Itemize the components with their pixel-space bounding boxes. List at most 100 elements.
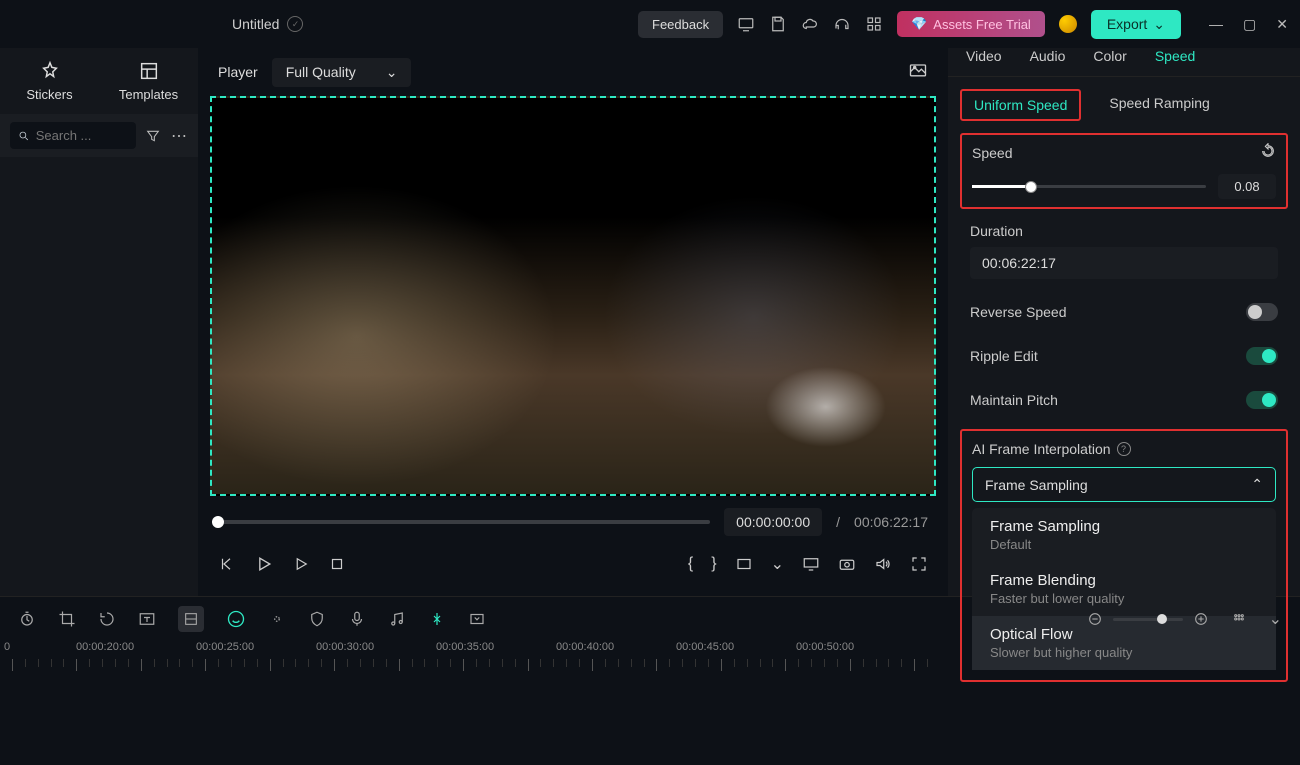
color-icon[interactable] (178, 606, 204, 632)
zoom-handle[interactable] (1157, 614, 1167, 624)
ruler-mark: 0 (4, 641, 10, 653)
grid-icon[interactable] (865, 15, 883, 33)
dd-sub: Faster but lower quality (990, 591, 1258, 606)
display-icon[interactable] (802, 555, 820, 573)
speed-label: Speed (972, 145, 1012, 161)
subtab-uniform-speed[interactable]: Uniform Speed (960, 89, 1081, 121)
search-icon (18, 129, 30, 143)
speed-slider-handle[interactable] (1025, 181, 1037, 193)
quality-select[interactable]: Full Quality ⌄ (272, 58, 412, 87)
top-bar: Untitled ✓ Feedback 💎 Assets Free Trial … (0, 0, 1300, 48)
minimize-button[interactable]: — (1209, 16, 1223, 33)
sidebar-tab-label: Templates (119, 87, 178, 102)
volume-icon[interactable] (874, 555, 892, 573)
speed-slider[interactable] (972, 185, 1206, 188)
snapshot-icon[interactable] (908, 60, 928, 85)
dd-option-frame-sampling[interactable]: Frame Sampling Default (972, 508, 1276, 562)
device-icon[interactable] (737, 15, 755, 33)
ruler-mark: 00:00:50:00 (796, 641, 854, 653)
dd-sub: Default (990, 537, 1258, 552)
duration-value[interactable]: 00:06:22:17 (970, 247, 1278, 279)
duration-label: Duration (970, 223, 1278, 239)
reset-icon[interactable] (1260, 143, 1276, 162)
rotate-icon[interactable] (98, 610, 116, 628)
mic-icon[interactable] (348, 610, 366, 628)
speed-value[interactable]: 0.08 (1218, 174, 1276, 199)
assets-trial-label: Assets Free Trial (933, 17, 1031, 32)
tab-video[interactable]: Video (966, 48, 1002, 76)
timeline-ruler[interactable]: 0 00:00:20:00 00:00:25:00 00:00:30:00 00… (0, 641, 1300, 675)
timer-icon[interactable] (18, 610, 36, 628)
speed-section: Speed 0.08 (960, 133, 1288, 209)
right-panel: Video Audio Color Speed Uniform Speed Sp… (948, 48, 1300, 596)
headphones-icon[interactable] (833, 15, 851, 33)
feedback-button[interactable]: Feedback (638, 11, 723, 38)
ruler-mark: 00:00:45:00 (676, 641, 734, 653)
zoom-slider[interactable] (1113, 618, 1183, 621)
cloud-icon[interactable] (801, 15, 819, 33)
maximize-button[interactable]: ▢ (1243, 16, 1256, 33)
bracket-right-icon[interactable]: } (711, 555, 716, 573)
bracket-left-icon[interactable]: { (688, 555, 693, 573)
zoom-in-button[interactable] (1193, 611, 1209, 627)
cut-icon[interactable] (428, 610, 446, 628)
text-icon[interactable] (138, 610, 156, 628)
subtab-speed-ramping[interactable]: Speed Ramping (1097, 89, 1221, 121)
quality-value: Full Quality (286, 64, 356, 80)
grid-view-icon[interactable] (1231, 611, 1247, 627)
globe-icon[interactable] (1059, 15, 1077, 33)
play-button[interactable] (254, 554, 274, 574)
camera-icon[interactable] (838, 555, 856, 573)
ripple-edit-toggle[interactable] (1246, 347, 1278, 365)
save-icon[interactable] (769, 15, 787, 33)
assets-trial-button[interactable]: 💎 Assets Free Trial (897, 11, 1045, 37)
reverse-speed-toggle[interactable] (1246, 303, 1278, 321)
chevron-down-icon[interactable]: ⌄ (771, 554, 784, 574)
scrub-handle[interactable] (212, 516, 224, 528)
sparkle-icon[interactable] (268, 610, 286, 628)
ai-frame-select[interactable]: Frame Sampling ⌃ (972, 467, 1276, 502)
crop-icon[interactable] (58, 610, 76, 628)
chevron-down-icon[interactable]: ⌄ (1269, 609, 1282, 629)
dd-option-frame-blending[interactable]: Frame Blending Faster but lower quality (972, 562, 1276, 616)
export-button[interactable]: Export ⌄ (1091, 10, 1181, 39)
chevron-up-icon: ⌃ (1251, 476, 1263, 493)
ruler-mark: 00:00:40:00 (556, 641, 614, 653)
ruler-mark: 00:00:25:00 (196, 641, 254, 653)
tab-color[interactable]: Color (1093, 48, 1126, 76)
more-icon[interactable]: ⋯ (170, 127, 188, 145)
dd-title: Frame Sampling (990, 518, 1258, 535)
player-label: Player (218, 64, 258, 80)
shield-icon[interactable] (308, 610, 326, 628)
search-input[interactable] (36, 128, 128, 143)
prev-frame-button[interactable] (218, 555, 236, 573)
sidebar-tab-label: Stickers (26, 87, 72, 102)
chevron-down-icon: ⌄ (1153, 16, 1165, 33)
frame-icon[interactable] (468, 610, 486, 628)
stop-button[interactable] (328, 555, 346, 573)
maintain-pitch-toggle[interactable] (1246, 391, 1278, 409)
zoom-out-button[interactable] (1087, 611, 1103, 627)
tab-speed[interactable]: Speed (1155, 48, 1195, 76)
filter-icon[interactable] (144, 127, 162, 145)
next-button[interactable] (292, 555, 310, 573)
time-sep: / (836, 514, 840, 530)
music-icon[interactable] (388, 610, 406, 628)
fullscreen-icon[interactable] (910, 555, 928, 573)
sidebar-tab-templates[interactable]: Templates (99, 48, 198, 114)
help-icon[interactable]: ? (1117, 442, 1131, 456)
sidebar-tab-stickers[interactable]: Stickers (0, 48, 99, 114)
time-total: 00:06:22:17 (854, 514, 928, 530)
tab-audio[interactable]: Audio (1030, 48, 1066, 76)
chevron-down-icon: ⌄ (386, 64, 398, 81)
search-input-wrap[interactable] (10, 122, 136, 149)
smile-icon[interactable] (226, 609, 246, 629)
aspect-button[interactable] (735, 555, 753, 573)
left-sidebar: Stickers Templates ⋯ (0, 48, 198, 596)
saved-check-icon: ✓ (287, 16, 303, 32)
time-current[interactable]: 00:00:00:00 (724, 508, 822, 536)
scrub-bar[interactable] (218, 520, 710, 524)
preview-area[interactable] (210, 96, 936, 496)
close-button[interactable]: ✕ (1276, 16, 1288, 33)
export-label: Export (1107, 16, 1147, 32)
